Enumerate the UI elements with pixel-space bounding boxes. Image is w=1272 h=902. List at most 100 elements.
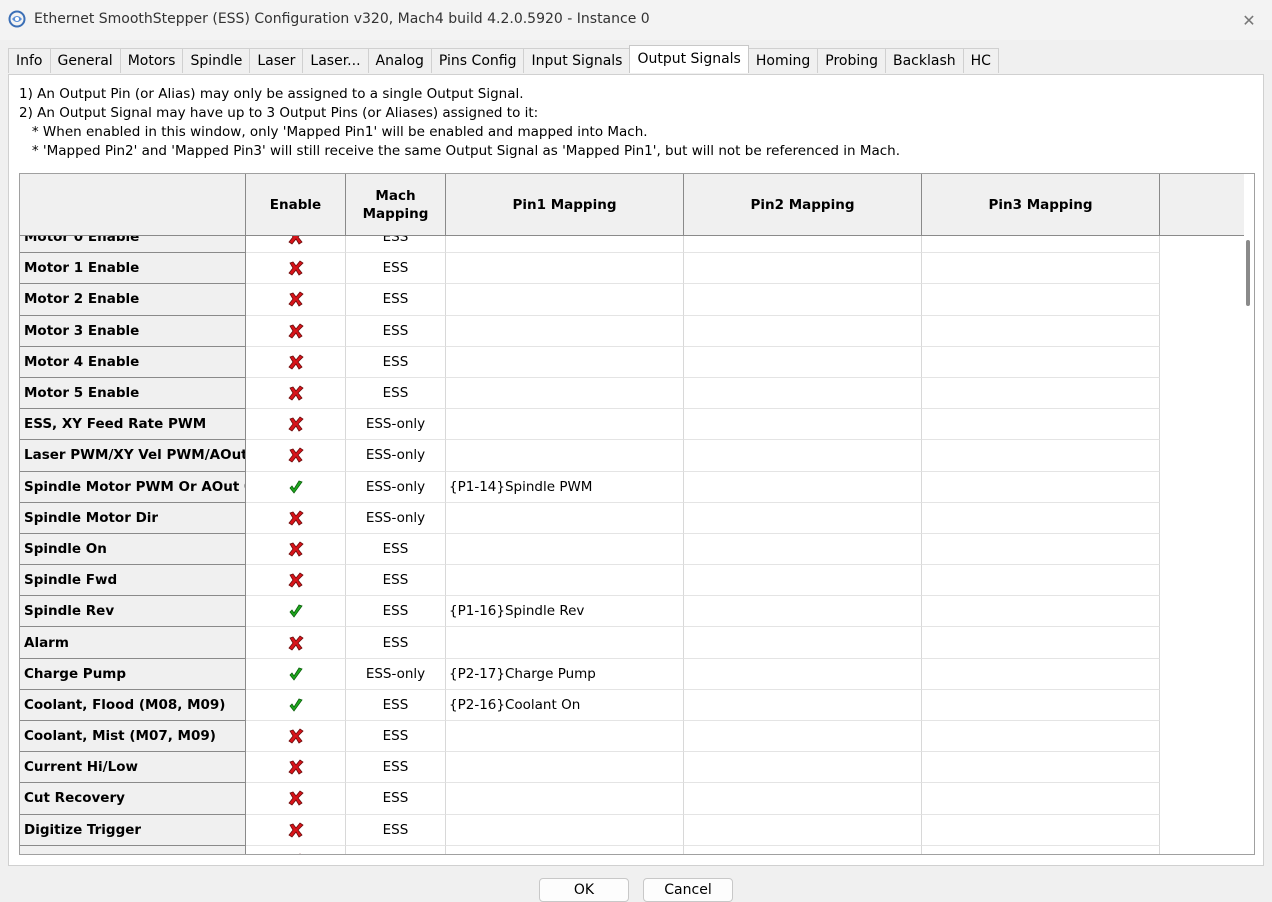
- disabled-cross-icon[interactable]: [246, 502, 346, 534]
- pin3-mapping-cell[interactable]: [922, 315, 1160, 347]
- pin2-mapping-cell[interactable]: [684, 409, 922, 441]
- tab-info[interactable]: Info: [8, 48, 51, 73]
- pin1-mapping-cell[interactable]: {P2-17}Charge Pump: [446, 658, 684, 690]
- pin2-mapping-cell[interactable]: [684, 440, 922, 472]
- disabled-cross-icon[interactable]: [246, 346, 346, 378]
- enabled-check-icon[interactable]: [246, 596, 346, 628]
- pin2-mapping-cell[interactable]: [684, 533, 922, 566]
- mach-mapping-cell[interactable]: ESS: [346, 783, 446, 815]
- mach-mapping-cell[interactable]: ESS-only: [346, 658, 446, 690]
- pin1-mapping-cell[interactable]: [446, 440, 684, 472]
- pin3-mapping-cell[interactable]: [922, 689, 1160, 721]
- disabled-cross-icon[interactable]: [246, 721, 346, 753]
- mach-mapping-cell[interactable]: ESS: [346, 253, 446, 285]
- pin1-mapping-cell[interactable]: [446, 845, 684, 854]
- pin1-mapping-cell[interactable]: [446, 409, 684, 441]
- pin1-mapping-cell[interactable]: [446, 783, 684, 815]
- pin1-mapping-cell[interactable]: {P1-16}Spindle Rev: [446, 596, 684, 628]
- tab-general[interactable]: General: [49, 48, 121, 73]
- tab-laser[interactable]: Laser...: [302, 48, 369, 73]
- mach-mapping-cell[interactable]: ESS: [346, 284, 446, 316]
- pin2-mapping-cell[interactable]: [684, 253, 922, 285]
- pin3-mapping-cell[interactable]: [922, 377, 1160, 410]
- tab-backlash[interactable]: Backlash: [885, 48, 964, 73]
- header-pin2-mapping[interactable]: Pin2 Mapping: [684, 174, 922, 236]
- disabled-cross-icon[interactable]: [246, 752, 346, 784]
- mach-mapping-cell[interactable]: ESS: [346, 845, 446, 854]
- disabled-cross-icon[interactable]: [246, 236, 346, 254]
- pin3-mapping-cell[interactable]: [922, 284, 1160, 316]
- enabled-check-icon[interactable]: [246, 689, 346, 721]
- pin2-mapping-cell[interactable]: [684, 783, 922, 815]
- mach-mapping-cell[interactable]: ESS: [346, 721, 446, 753]
- mach-mapping-cell[interactable]: ESS: [346, 346, 446, 378]
- pin3-mapping-cell[interactable]: [922, 596, 1160, 628]
- disabled-cross-icon[interactable]: [246, 783, 346, 815]
- pin1-mapping-cell[interactable]: [446, 502, 684, 534]
- mach-mapping-cell[interactable]: ESS: [346, 533, 446, 566]
- header-enable[interactable]: Enable: [246, 174, 346, 236]
- tab-laser[interactable]: Laser: [249, 48, 304, 73]
- pin3-mapping-cell[interactable]: [922, 502, 1160, 534]
- close-icon[interactable]: ✕: [1226, 0, 1272, 40]
- pin3-mapping-cell[interactable]: [922, 627, 1160, 659]
- pin2-mapping-cell[interactable]: [684, 845, 922, 854]
- disabled-cross-icon[interactable]: [246, 377, 346, 410]
- tab-analog[interactable]: Analog: [367, 48, 432, 73]
- mach-mapping-cell[interactable]: ESS: [346, 752, 446, 784]
- pin1-mapping-cell[interactable]: [446, 627, 684, 659]
- header-pin1-mapping[interactable]: Pin1 Mapping: [446, 174, 684, 236]
- pin1-mapping-cell[interactable]: [446, 346, 684, 378]
- mach-mapping-cell[interactable]: ESS: [346, 689, 446, 721]
- pin1-mapping-cell[interactable]: {P1-14}Spindle PWM: [446, 471, 684, 503]
- enabled-check-icon[interactable]: [246, 471, 346, 503]
- pin2-mapping-cell[interactable]: [684, 377, 922, 410]
- pin2-mapping-cell[interactable]: [684, 752, 922, 784]
- disabled-cross-icon[interactable]: [246, 814, 346, 846]
- enabled-check-icon[interactable]: [246, 658, 346, 690]
- mach-mapping-cell[interactable]: ESS: [346, 627, 446, 659]
- mach-mapping-cell[interactable]: ESS: [346, 596, 446, 628]
- pin2-mapping-cell[interactable]: [684, 658, 922, 690]
- mach-mapping-cell[interactable]: ESS: [346, 236, 446, 254]
- mach-mapping-cell[interactable]: ESS-only: [346, 471, 446, 503]
- pin1-mapping-cell[interactable]: {P2-16}Coolant On: [446, 689, 684, 721]
- disabled-cross-icon[interactable]: [246, 627, 346, 659]
- pin2-mapping-cell[interactable]: [684, 236, 922, 254]
- mach-mapping-cell[interactable]: ESS: [346, 814, 446, 846]
- pin3-mapping-cell[interactable]: [922, 814, 1160, 846]
- ok-button[interactable]: OK: [539, 878, 629, 902]
- pin3-mapping-cell[interactable]: [922, 721, 1160, 753]
- tab-pins-config[interactable]: Pins Config: [430, 48, 525, 73]
- pin3-mapping-cell[interactable]: [922, 253, 1160, 285]
- pin2-mapping-cell[interactable]: [684, 627, 922, 659]
- mach-mapping-cell[interactable]: ESS: [346, 377, 446, 410]
- disabled-cross-icon[interactable]: [246, 845, 346, 854]
- pin1-mapping-cell[interactable]: [446, 284, 684, 316]
- tab-spindle[interactable]: Spindle: [182, 48, 251, 73]
- tab-output-signals[interactable]: Output Signals: [629, 45, 749, 73]
- pin1-mapping-cell[interactable]: [446, 814, 684, 846]
- pin3-mapping-cell[interactable]: [922, 752, 1160, 784]
- pin2-mapping-cell[interactable]: [684, 565, 922, 597]
- disabled-cross-icon[interactable]: [246, 253, 346, 285]
- header-mach-mapping[interactable]: Mach Mapping: [346, 174, 446, 236]
- tab-hc[interactable]: HC: [962, 48, 999, 73]
- disabled-cross-icon[interactable]: [246, 409, 346, 441]
- pin1-mapping-cell[interactable]: [446, 236, 684, 254]
- pin3-mapping-cell[interactable]: [922, 845, 1160, 854]
- tab-input-signals[interactable]: Input Signals: [523, 48, 631, 73]
- tab-probing[interactable]: Probing: [817, 48, 886, 73]
- pin2-mapping-cell[interactable]: [684, 471, 922, 503]
- pin1-mapping-cell[interactable]: [446, 533, 684, 566]
- pin3-mapping-cell[interactable]: [922, 658, 1160, 690]
- pin3-mapping-cell[interactable]: [922, 346, 1160, 378]
- pin3-mapping-cell[interactable]: [922, 471, 1160, 503]
- cancel-button[interactable]: Cancel: [643, 878, 733, 902]
- scrollbar-thumb[interactable]: [1246, 240, 1250, 306]
- pin2-mapping-cell[interactable]: [684, 689, 922, 721]
- pin1-mapping-cell[interactable]: [446, 253, 684, 285]
- pin3-mapping-cell[interactable]: [922, 236, 1160, 254]
- pin1-mapping-cell[interactable]: [446, 721, 684, 753]
- pin3-mapping-cell[interactable]: [922, 565, 1160, 597]
